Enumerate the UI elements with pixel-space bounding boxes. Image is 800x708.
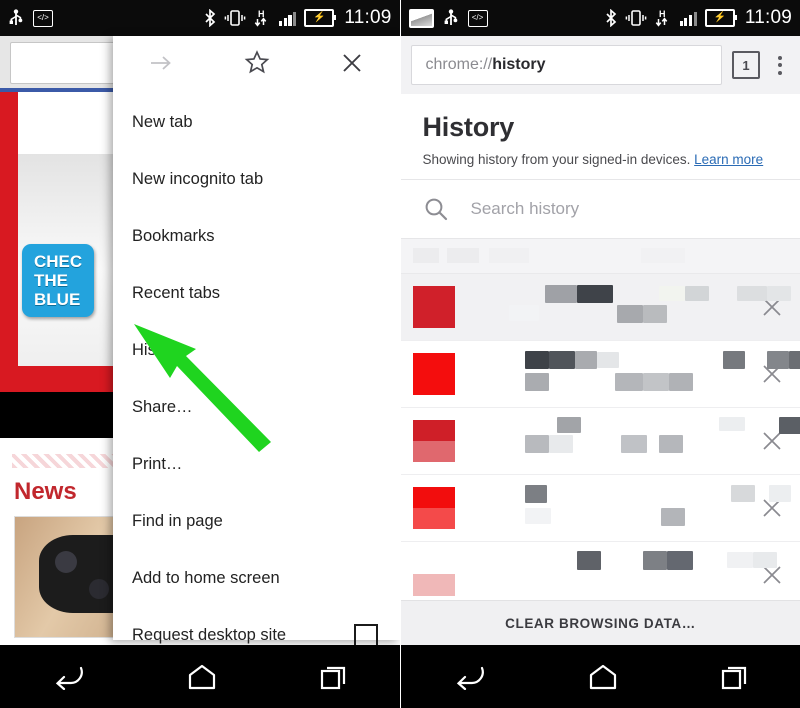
hspa-data-icon: H [655, 9, 667, 27]
vibrate-icon [224, 10, 246, 26]
status-bar-left: </> H ⚡ 11:09 [0, 0, 400, 36]
tab-counter-button[interactable]: 1 [732, 51, 760, 79]
search-icon [425, 198, 447, 221]
developer-code-icon: </> [467, 9, 488, 27]
table-row[interactable] [400, 274, 800, 341]
menu-item-label: Recent tabs [132, 284, 221, 302]
history-subtitle-text: Showing history from your signed-in devi… [422, 152, 691, 167]
menu-top-actions [113, 36, 400, 89]
request-desktop-site-checkbox[interactable] [354, 623, 378, 648]
favicon [412, 554, 455, 596]
menu-item-label: Find in page [132, 512, 223, 530]
badge-line-1: CHEC [34, 252, 83, 271]
table-row[interactable] [400, 542, 800, 608]
back-button[interactable] [452, 664, 486, 690]
menu-item-label: Print… [132, 455, 183, 473]
favicon [412, 487, 455, 529]
browser-toolbar-right: chrome://history 1 [400, 36, 800, 94]
history-date-header [400, 239, 800, 274]
menu-item-label: History [132, 341, 184, 359]
omnibox-scheme: chrome:// [425, 56, 493, 73]
menu-item-new-tab[interactable]: New tab [113, 94, 400, 151]
vibrate-icon [625, 10, 646, 26]
home-button[interactable] [588, 664, 618, 690]
right-phone-screen: </> H ⚡ 11:09 chrome:// history 1 Histor… [400, 0, 800, 708]
overflow-menu-icon[interactable] [770, 55, 790, 75]
status-clock: 11:09 [344, 7, 392, 28]
recents-button[interactable] [720, 664, 750, 690]
menu-item-label: Bookmarks [132, 227, 215, 245]
close-icon[interactable] [304, 52, 399, 74]
favicon [412, 420, 455, 462]
history-list [400, 274, 800, 608]
battery-charging-icon: ⚡ [704, 9, 737, 27]
bookmark-star-icon[interactable] [209, 50, 305, 75]
usb-icon [9, 9, 23, 25]
android-nav-bar-right [400, 645, 800, 708]
history-search-row[interactable]: Search history [400, 179, 800, 239]
bluetooth-icon [205, 9, 216, 27]
blue-badge[interactable]: CHEC THE BLUE [22, 244, 95, 317]
screenshot-icon [408, 8, 434, 28]
forward-arrow-icon[interactable] [113, 53, 209, 73]
redacted-entry-text [469, 484, 791, 532]
status-clock: 11:09 [744, 7, 792, 28]
history-header: History Showing history from your signed… [401, 94, 800, 179]
learn-more-link[interactable]: Learn more [694, 152, 763, 167]
home-button[interactable] [187, 664, 217, 690]
menu-item-label: New tab [132, 113, 193, 131]
menu-item-label: New incognito tab [132, 170, 264, 188]
screenshot-root: </> H ⚡ 11:09 CHEC THE BLUE News New tab… [0, 0, 800, 708]
redacted-entry-text [469, 350, 800, 398]
menu-item-find-in-page[interactable]: Find in page [113, 493, 400, 550]
battery-charging-icon: ⚡ [304, 9, 337, 27]
menu-item-label: Add to home screen [132, 569, 280, 587]
redacted-entry-text [469, 417, 800, 465]
favicon [412, 353, 455, 395]
menu-item-history[interactable]: History [113, 322, 400, 379]
menu-item-list: New tab New incognito tab Bookmarks Rece… [113, 89, 400, 684]
menu-item-recent-tabs[interactable]: Recent tabs [113, 265, 400, 322]
redacted-entry-text [469, 283, 791, 331]
table-row[interactable] [400, 408, 800, 475]
table-row[interactable] [400, 341, 800, 408]
signal-icon [279, 11, 297, 26]
developer-code-icon: </> [33, 9, 53, 27]
status-bar-right: </> H ⚡ 11:09 [400, 0, 800, 36]
redacted-entry-text [469, 551, 777, 599]
menu-item-new-incognito-tab[interactable]: New incognito tab [113, 151, 400, 208]
signal-icon [679, 11, 697, 26]
search-input[interactable]: Search history [471, 199, 580, 219]
usb-icon [444, 9, 457, 25]
android-nav-bar-left [0, 645, 400, 708]
left-phone-screen: </> H ⚡ 11:09 CHEC THE BLUE News New tab… [0, 0, 401, 708]
menu-item-label: Share… [132, 398, 193, 416]
menu-item-share[interactable]: Share… [113, 379, 400, 436]
back-button[interactable] [51, 664, 85, 690]
recents-button[interactable] [319, 664, 349, 690]
badge-line-2: THE [34, 271, 68, 290]
menu-item-add-to-home-screen[interactable]: Add to home screen [113, 550, 400, 607]
table-row[interactable] [400, 475, 800, 542]
hspa-data-icon: H [254, 9, 267, 27]
badge-line-3: BLUE [34, 290, 81, 309]
omnibox-right[interactable]: chrome://history [410, 45, 722, 85]
chrome-overflow-menu: New tab New incognito tab Bookmarks Rece… [113, 36, 400, 683]
favicon [412, 286, 455, 328]
bluetooth-icon [606, 9, 616, 27]
page-title: History [422, 112, 515, 142]
menu-item-bookmarks[interactable]: Bookmarks [113, 208, 400, 265]
menu-item-label: Request desktop site [132, 626, 287, 644]
history-subtitle: Showing history from your signed-in devi… [423, 143, 779, 167]
clear-browsing-data-button[interactable]: CLEAR BROWSING DATA… [400, 600, 800, 645]
menu-item-print[interactable]: Print… [113, 436, 400, 493]
omnibox-host: history [492, 56, 546, 73]
